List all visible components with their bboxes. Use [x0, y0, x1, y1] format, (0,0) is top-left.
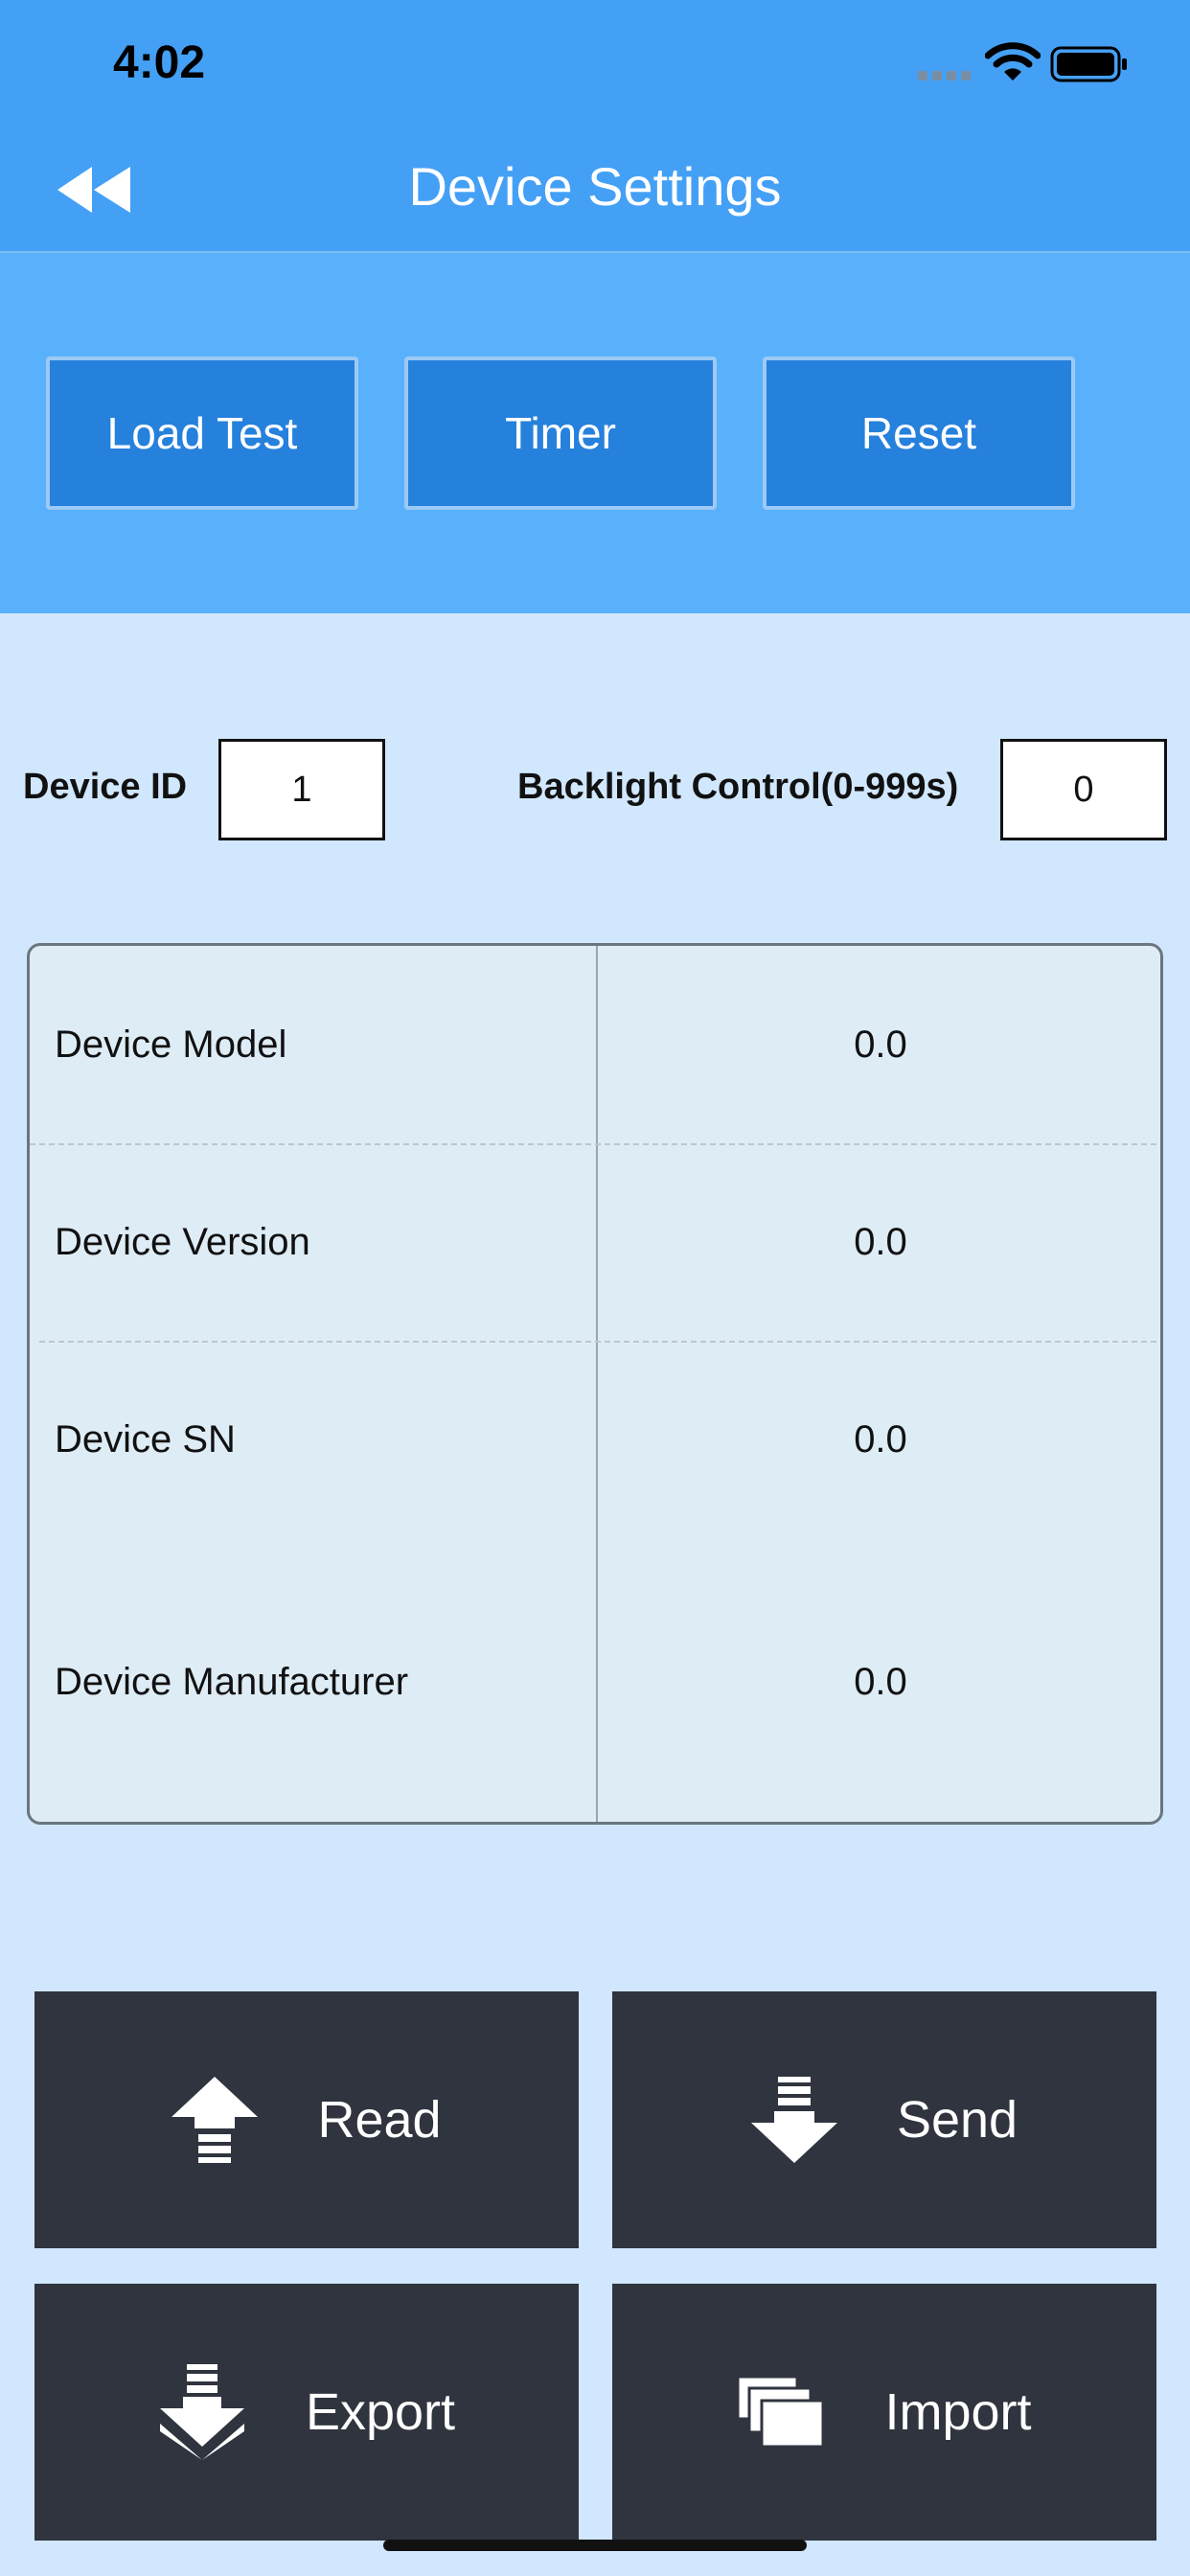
device-version-label: Device Version	[55, 1221, 310, 1263]
battery-icon	[1050, 46, 1127, 82]
backlight-control-input[interactable]: 0	[1000, 739, 1167, 840]
page-title: Device Settings	[408, 156, 782, 217]
wifi-icon	[985, 42, 1041, 80]
row-divider	[39, 1341, 1156, 1343]
status-bar: 4:02	[0, 0, 1190, 126]
row-divider	[30, 1143, 1160, 1145]
reset-button[interactable]: Reset	[763, 356, 1075, 510]
navigation-bar: Device Settings	[0, 126, 1190, 253]
timer-button[interactable]: Timer	[404, 356, 717, 510]
import-button[interactable]: Import	[612, 2284, 1156, 2541]
send-button-label: Send	[896, 2091, 1018, 2149]
send-button[interactable]: Send	[612, 1991, 1156, 2248]
device-model-value: 0.0	[854, 1024, 907, 1066]
import-button-label: Import	[884, 2383, 1032, 2441]
read-button-label: Read	[317, 2091, 442, 2149]
export-button[interactable]: Export	[34, 2284, 579, 2541]
status-time: 4:02	[113, 37, 206, 88]
device-manufacturer-label: Device Manufacturer	[55, 1661, 409, 1703]
device-sn-label: Device SN	[55, 1418, 236, 1460]
home-indicator[interactable]	[383, 2540, 807, 2551]
read-button[interactable]: Read	[34, 1991, 579, 2248]
device-info-table: Device Model 0.0 Device Version 0.0 Devi…	[27, 943, 1163, 1825]
backlight-control-label: Backlight Control(0-999s)	[517, 767, 959, 807]
device-id-input[interactable]: 1	[218, 739, 385, 840]
stacked-cards-icon	[737, 2376, 825, 2449]
device-manufacturer-value: 0.0	[854, 1661, 907, 1703]
device-id-label: Device ID	[23, 767, 188, 807]
load-test-button[interactable]: Load Test	[46, 356, 358, 510]
upload-arrow-icon	[172, 2077, 259, 2163]
top-actions-panel: Load Test Timer Reset	[0, 253, 1190, 613]
device-sn-value: 0.0	[854, 1418, 907, 1460]
cellular-signal-icon	[918, 71, 971, 80]
export-arrow-icon	[159, 2364, 244, 2460]
export-button-label: Export	[305, 2383, 456, 2441]
device-model-label: Device Model	[55, 1024, 287, 1066]
download-arrow-icon	[750, 2077, 837, 2163]
device-version-value: 0.0	[854, 1221, 907, 1263]
